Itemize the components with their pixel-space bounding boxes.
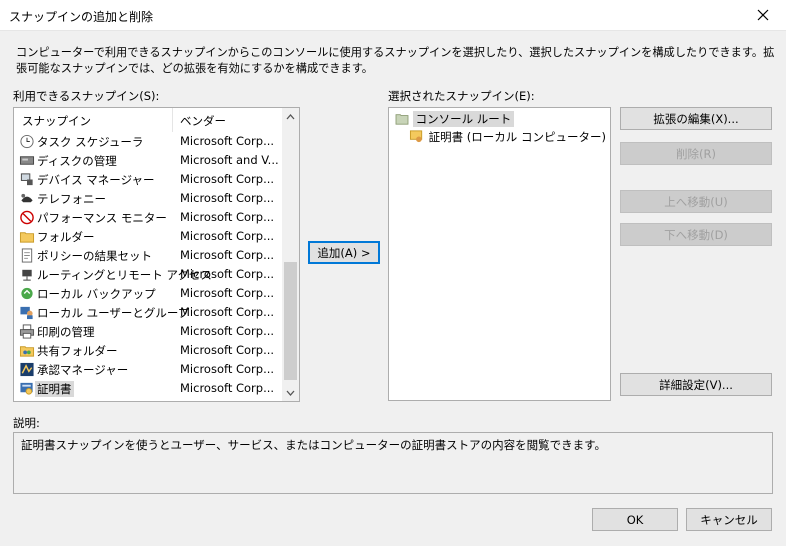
cancel-button[interactable]: キャンセル	[686, 508, 772, 531]
list-item[interactable]: タスク スケジューラ Microsoft Corp...	[14, 132, 282, 151]
window-title: スナップインの追加と削除	[9, 10, 154, 24]
list-item[interactable]: ディスクの管理 Microsoft and V...	[14, 151, 282, 170]
advanced-button[interactable]: 詳細設定(V)...	[620, 373, 772, 396]
list-item[interactable]: パフォーマンス モニター Microsoft Corp...	[14, 208, 282, 227]
scroll-up-button[interactable]	[282, 108, 299, 125]
edit-extensions-button[interactable]: 拡張の編集(X)...	[620, 107, 772, 130]
backup-icon	[21, 287, 33, 300]
phone-icon	[21, 193, 33, 203]
dialog-description: コンピューターで利用できるスナップインからこのコンソールに使用するスナップインを…	[16, 46, 775, 75]
move-up-button[interactable]: 上へ移動(U)	[620, 190, 772, 213]
explanation-box: 証明書スナップインを使うとユーザー、サービス、またはコンピューターの証明書ストア…	[13, 432, 773, 494]
list-item[interactable]: ローカル バックアップ Microsoft Corp...	[14, 284, 282, 303]
title-bar: スナップインの追加と削除	[0, 0, 786, 31]
list-item[interactable]: ルーティングとリモート アクセス Microsoft Corp...	[14, 265, 282, 284]
move-down-button[interactable]: 下へ移動(D)	[620, 223, 772, 246]
tree-root-item[interactable]: コンソール ルート	[395, 111, 515, 127]
perfmon-icon	[20, 210, 34, 225]
explanation-label: 説明:	[13, 416, 40, 430]
available-snapins-list[interactable]: スナップイン ベンダー タスク スケジューラ Microsoft Corp...…	[13, 107, 300, 402]
chevron-up-icon	[286, 113, 295, 119]
explanation-text: 証明書スナップインを使うとユーザー、サービス、またはコンピューターの証明書ストア…	[21, 438, 606, 452]
close-button[interactable]	[740, 0, 786, 30]
list-item[interactable]: 印刷の管理 Microsoft Corp...	[14, 322, 282, 341]
list-item[interactable]: ポリシーの結果セット Microsoft Corp...	[14, 246, 282, 265]
list-item[interactable]: 共有フォルダー Microsoft Corp...	[14, 341, 282, 360]
add-button[interactable]: 追加(A) >	[308, 241, 380, 264]
authz-icon	[20, 362, 34, 377]
selected-snapins-label: 選択されたスナップイン(E):	[388, 89, 535, 103]
snapin-dialog: スナップインの追加と削除 コンピューターで利用できるスナップインからこのコンソー…	[0, 0, 786, 546]
policy-icon	[21, 248, 33, 263]
shared-folder-icon	[19, 346, 35, 357]
users-icon	[20, 306, 33, 320]
list-header: スナップイン ベンダー	[14, 108, 282, 132]
list-item[interactable]: 承認マネージャー Microsoft Corp...	[14, 360, 282, 379]
routing-icon	[22, 269, 32, 281]
tree-child-item[interactable]: 証明書 (ローカル コンピューター)	[409, 129, 606, 145]
remove-button[interactable]: 削除(R)	[620, 142, 772, 165]
clock-icon	[20, 134, 34, 149]
scroll-down-button[interactable]	[282, 384, 299, 401]
list-item-selected[interactable]: 証明書 Microsoft Corp...	[14, 379, 282, 398]
column-header-snapin[interactable]: スナップイン	[22, 113, 91, 129]
list-scrollbar[interactable]	[282, 108, 299, 401]
scroll-thumb[interactable]	[284, 262, 297, 380]
certificate-icon	[409, 130, 423, 143]
column-header-vendor[interactable]: ベンダー	[180, 113, 226, 129]
selected-snapins-tree[interactable]: コンソール ルート 証明書 (ローカル コンピューター)	[388, 107, 611, 401]
folder-icon	[19, 232, 35, 243]
folder-icon	[395, 114, 409, 125]
list-item[interactable]: フォルダー Microsoft Corp...	[14, 227, 282, 246]
ok-button[interactable]: OK	[592, 508, 678, 531]
printer-icon	[19, 324, 35, 339]
disk-icon	[19, 156, 35, 165]
list-item[interactable]: ローカル ユーザーとグループ Microsoft Corp...	[14, 303, 282, 322]
list-item[interactable]: デバイス マネージャー Microsoft Corp...	[14, 170, 282, 189]
chevron-down-icon	[286, 390, 295, 396]
available-snapins-label: 利用できるスナップイン(S):	[13, 89, 160, 103]
close-icon	[757, 9, 769, 21]
list-item[interactable]: テレフォニー Microsoft Corp...	[14, 189, 282, 208]
device-icon	[20, 173, 33, 186]
certificate-icon	[20, 382, 33, 395]
